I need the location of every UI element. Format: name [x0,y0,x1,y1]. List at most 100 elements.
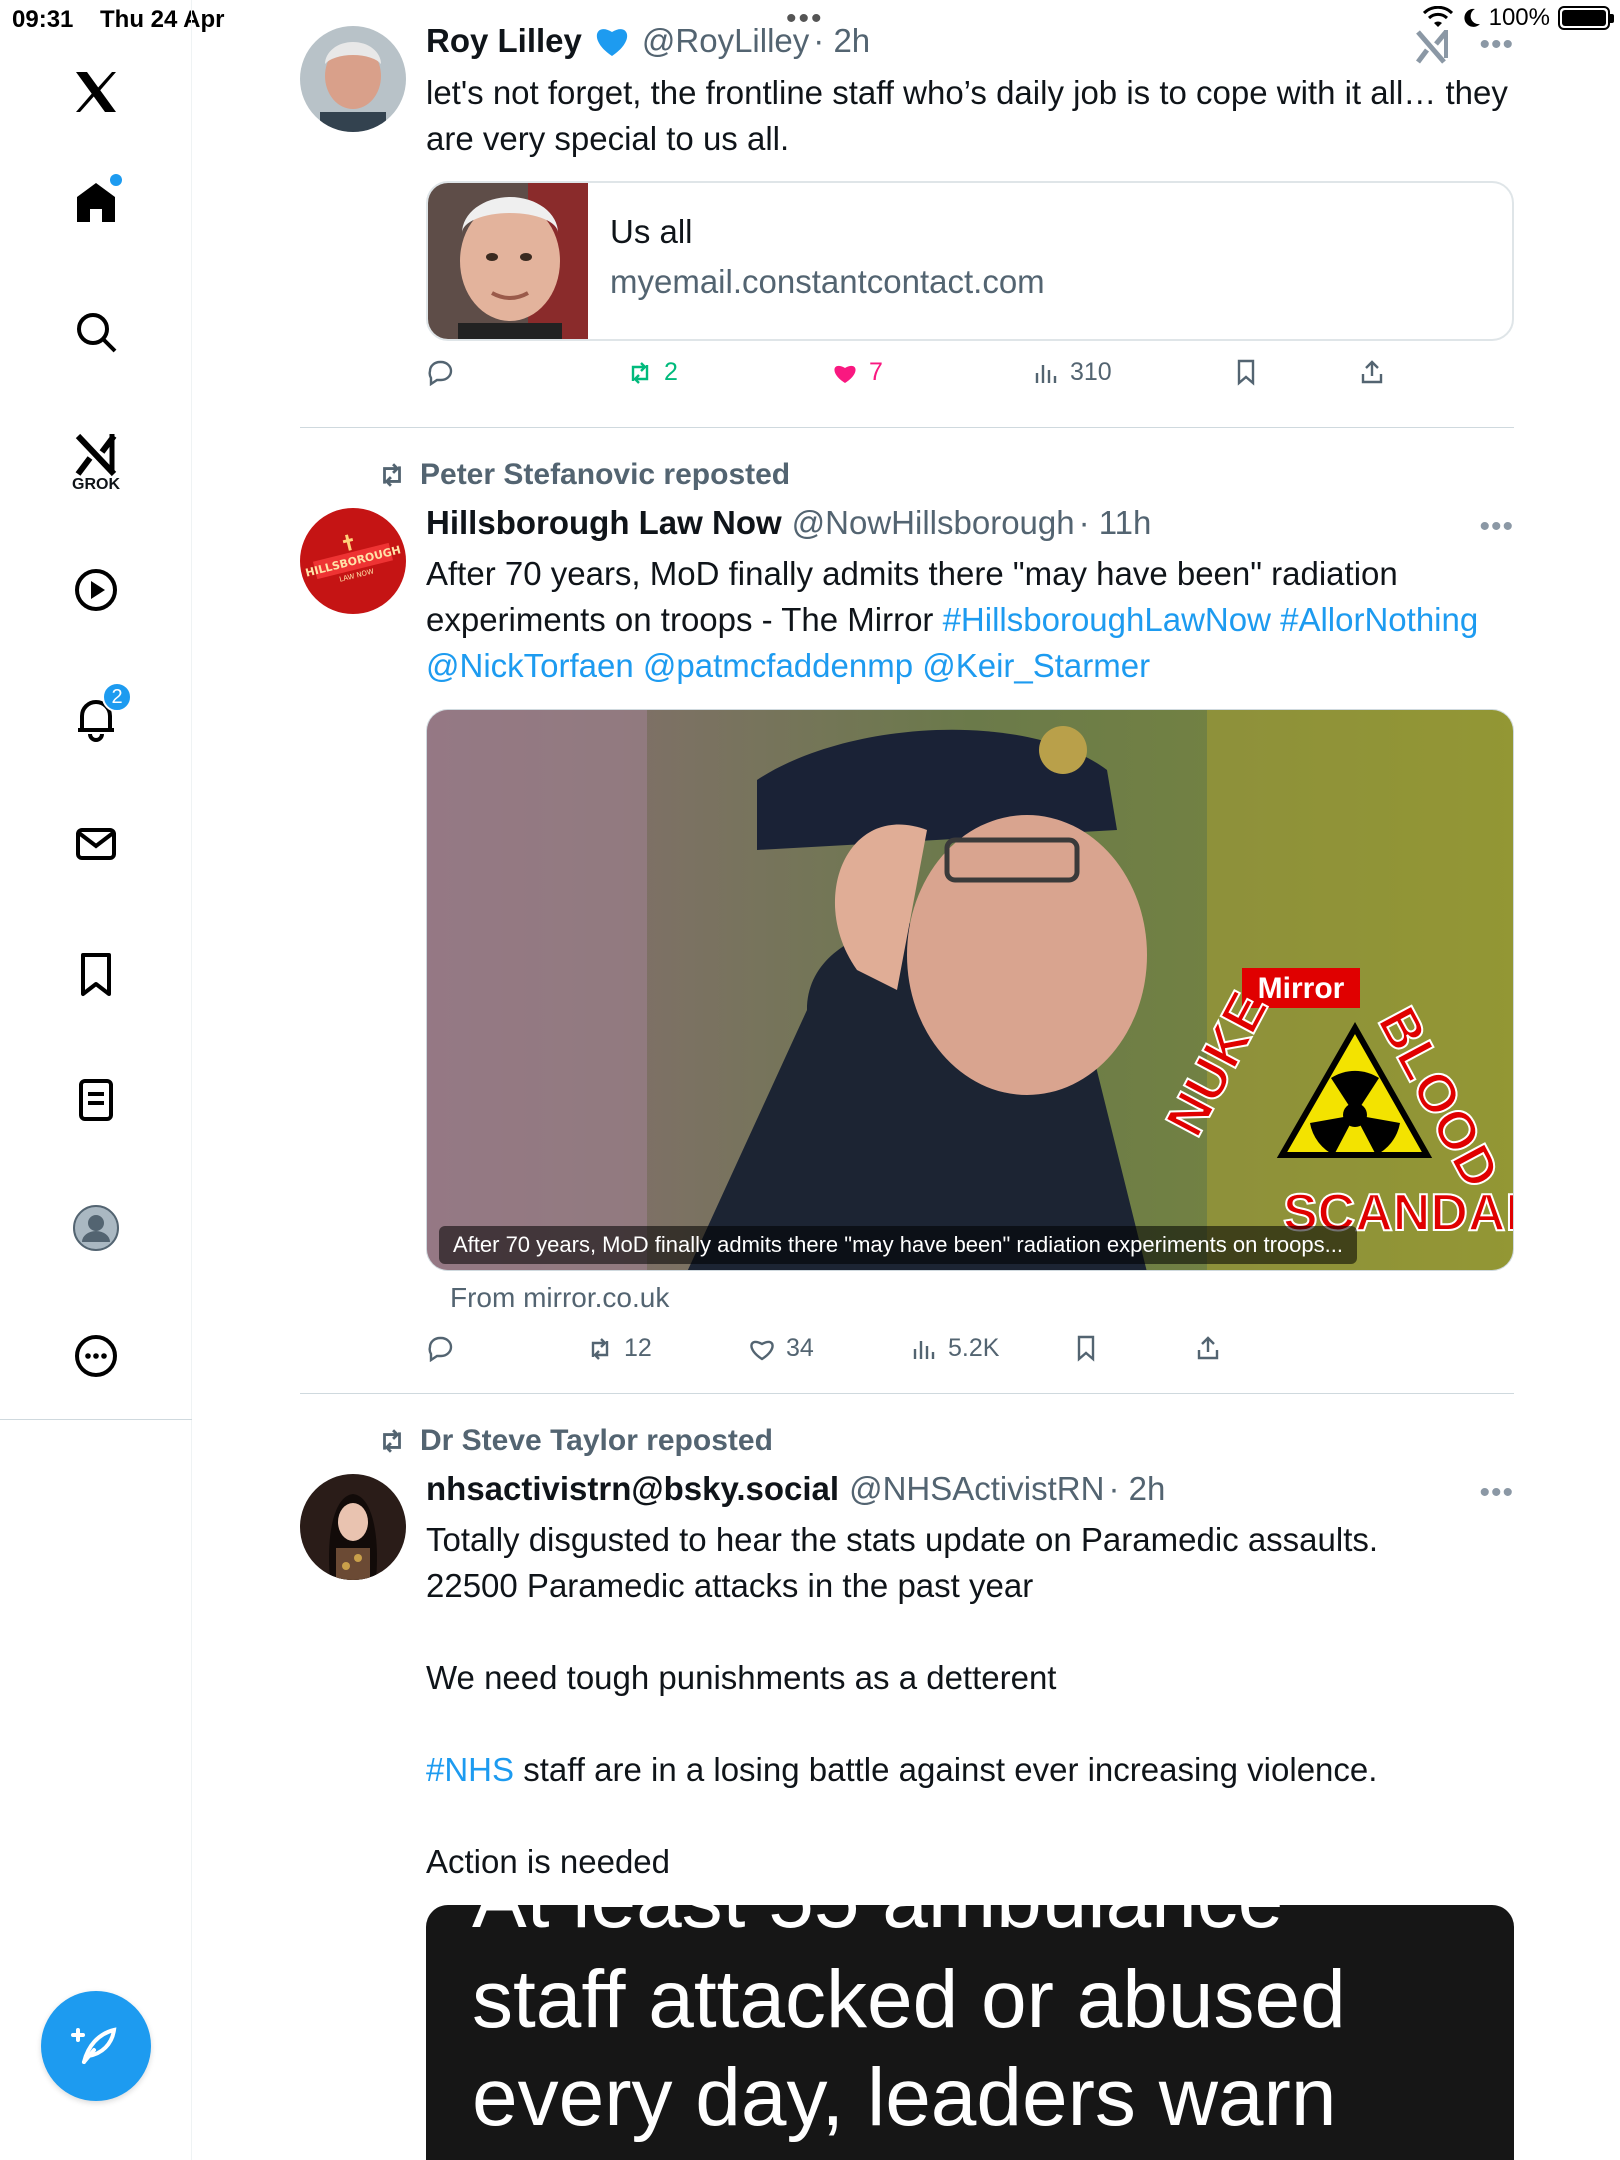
tweet-text-line: We need tough punishments as a detterent [426,1659,1057,1696]
mention-link[interactable]: @Keir_Starmer [922,647,1150,684]
views-chart-icon [1035,364,1057,383]
profile-avatar-icon[interactable] [66,1198,126,1258]
tweet-text-line: 22500 Paramedic attacks in the past year [426,1567,1034,1604]
reply-icon [428,360,453,386]
views-chart-icon [913,1340,935,1359]
repost-button[interactable]: 2 [626,358,678,387]
share-icon [1361,360,1383,384]
reply-button[interactable] [426,1334,454,1362]
lists-icon[interactable] [66,1070,126,1130]
tweet-header: Hillsborough Law Now @NowHillsborough · … [426,504,1151,542]
mention-link[interactable]: @patmcfaddenmp [643,647,913,684]
reposted-by[interactable]: Peter Stefanovic reposted [420,458,790,492]
tweet-text-line: Totally disgusted to hear the stats upda… [426,1521,1379,1558]
video-play-icon[interactable] [66,560,126,620]
wifi-icon [1422,6,1453,27]
author-handle[interactable]: @NHSActivistRN [849,1470,1104,1508]
tweet-text-line: #NHS staff are in a losing battle agains… [426,1747,1516,1793]
tweet-time[interactable]: · 2h [813,22,870,60]
views-button[interactable]: 310 [1032,358,1112,387]
tweet-header: Roy Lilley @RoyLilley · 2h [426,22,870,60]
tweet-media-image[interactable]: At least 55 ambulance staff attacked or … [426,1905,1514,2160]
share-button[interactable] [1194,1334,1222,1362]
reply-icon [428,1336,453,1362]
tweet-text: After 70 years, MoD finally admits there… [426,551,1516,689]
reply-button[interactable] [426,358,454,386]
tweet-actions: 12 34 5.2K [426,1334,1516,1374]
share-icon [1197,1336,1219,1360]
link-card-title: Us all [610,213,693,250]
sidebar: GROK 2 [0,0,192,2160]
search-icon[interactable] [66,302,126,362]
avatar[interactable] [300,26,406,132]
tweet-text: let's not forget, the frontline staff wh… [426,74,1508,157]
repost-context: Dr Steve Taylor reposted [376,1424,773,1458]
like-button[interactable]: 34 [748,1334,814,1363]
verified-heart-icon [596,29,628,56]
notifications-bell-icon[interactable]: 2 [66,682,132,748]
tweet-text-line: Action is needed [426,1843,671,1880]
heart-icon [750,1340,774,1360]
views-button[interactable]: 5.2K [910,1334,999,1363]
bookmark-icon [1237,359,1255,386]
like-button[interactable]: 7 [831,358,883,387]
like-count: 34 [786,1334,814,1362]
article-image: Mirror NUKE BLOOD SCANDAL [427,710,1513,1270]
bookmark-button[interactable] [1072,1334,1100,1362]
author-name[interactable]: Roy Lilley [426,22,582,60]
link-source[interactable]: From mirror.co.uk [450,1282,669,1314]
media-caption: After 70 years, MoD finally admits there… [439,1226,1357,1264]
compose-feather-icon [71,2027,117,2064]
bookmark-icon[interactable] [66,944,126,1004]
tweet-time[interactable]: · 2h [1108,1470,1165,1508]
author-handle[interactable]: @NowHillsborough [792,504,1075,542]
tweet-divider [300,1393,1514,1394]
more-options-icon[interactable]: ••• [1479,28,1514,61]
grok-label: GROK [72,476,120,493]
tweet-actions: 2 7 310 [426,358,1516,398]
avatar[interactable] [300,1474,406,1580]
hashtag-link[interactable]: #AllorNothing [1280,601,1478,638]
share-button[interactable] [1358,358,1386,386]
like-count: 7 [869,358,883,386]
repost-count: 12 [624,1334,652,1362]
image-text-line: At least 55 ambulance [472,1905,1283,1947]
tweet-divider [300,427,1514,428]
repost-icon [631,361,649,384]
reposted-by[interactable]: Dr Steve Taylor reposted [420,1424,773,1458]
home-unread-dot [110,174,122,186]
repost-context: Peter Stefanovic reposted [376,458,790,492]
image-text-line: staff attacked or abused [472,1954,1346,2045]
heart-filled-icon [834,365,856,383]
moon-icon [1464,8,1480,27]
grok-icon[interactable] [66,424,126,484]
tweet-media-image[interactable]: Mirror NUKE BLOOD SCANDAL After 70 years… [426,709,1514,1271]
image-text-line: every day, leaders warn [472,2052,1337,2143]
hashtag-link[interactable]: #NHS [426,1751,514,1788]
views-count: 310 [1070,358,1112,386]
home-icon[interactable] [66,172,126,232]
repost-icon [383,1429,401,1453]
author-name[interactable]: nhsactivistrn@bsky.social [426,1470,839,1508]
repost-button[interactable]: 12 [586,1334,652,1363]
more-options-icon[interactable]: ••• [1479,1476,1514,1510]
link-card[interactable]: Us all myemail.constantcontact.com [426,181,1514,341]
x-logo-icon[interactable] [66,62,126,122]
grok-explain-icon[interactable]: ••• [1416,28,1514,64]
more-options-icon[interactable]: ••• [1479,510,1514,544]
author-handle[interactable]: @RoyLilley [642,22,809,60]
tweet-time[interactable]: · 11h [1079,504,1152,542]
media-brand-text: Mirror [1258,972,1345,1005]
more-options-icon[interactable] [66,1326,126,1386]
avatar[interactable]: HILLSBOROUGH LAW NOW [300,508,406,614]
compose-post-button[interactable] [41,1991,151,2101]
tweet-text: Totally disgusted to hear the stats upda… [426,1517,1516,1885]
views-count: 5.2K [948,1334,1000,1362]
hashtag-link[interactable]: #HillsboroughLawNow [943,601,1271,638]
messages-envelope-icon[interactable] [66,814,126,874]
tweet-text-line-rest: staff are in a losing battle against eve… [514,1751,1378,1788]
bookmark-button[interactable] [1232,358,1260,386]
mention-link[interactable]: @NickTorfaen [426,647,634,684]
link-card-domain: myemail.constantcontact.com [610,263,1045,300]
author-name[interactable]: Hillsborough Law Now [426,504,782,542]
